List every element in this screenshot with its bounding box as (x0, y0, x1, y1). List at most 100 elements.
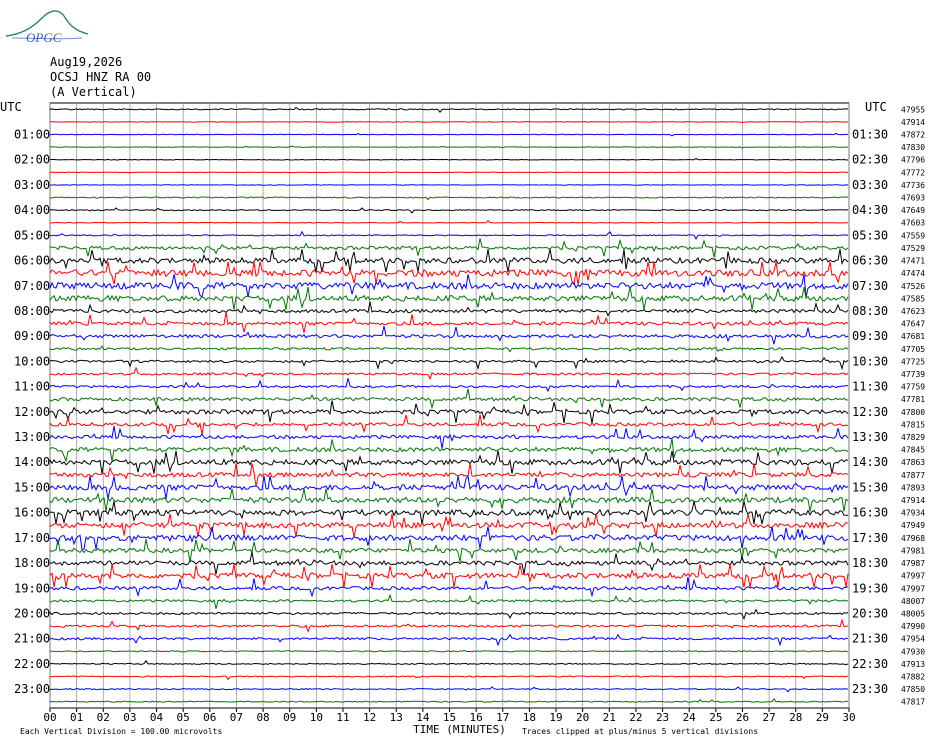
left-hour-label: 14:00 (14, 455, 50, 469)
trace-count-label: 47829 (901, 433, 925, 442)
right-hour-label: 20:30 (852, 606, 888, 620)
trace-count-label: 47845 (901, 446, 925, 455)
trace-count-label: 47705 (901, 345, 925, 354)
left-hour-label: 04:00 (14, 203, 50, 217)
trace-count-label: 47913 (901, 660, 925, 669)
trace-count-label: 47981 (901, 546, 925, 555)
x-tick-label: 04 (150, 711, 164, 724)
trace-count-label: 47850 (901, 685, 925, 694)
right-hour-label: 09:30 (852, 329, 888, 343)
left-hour-label: 18:00 (14, 556, 50, 570)
x-tick-label: 22 (629, 711, 642, 724)
x-tick-label: 24 (683, 711, 697, 724)
trace-count-label: 47772 (901, 168, 925, 177)
right-hour-label: 22:30 (852, 657, 888, 671)
trace-count-label: 47736 (901, 181, 925, 190)
x-tick-label: 00 (43, 711, 56, 724)
x-axis-title: TIME (MINUTES) (413, 723, 506, 736)
right-hour-label: 19:30 (852, 581, 888, 595)
x-tick-label: 25 (709, 711, 722, 724)
trace-line (49, 184, 849, 186)
traces (49, 106, 849, 703)
x-tick-label: 03 (123, 711, 136, 724)
right-utc-label: UTC (865, 100, 887, 114)
trace-line (49, 450, 849, 474)
right-hour-label: 21:30 (852, 632, 888, 646)
left-hour-label: 21:00 (14, 632, 50, 646)
x-tick-label: 27 (762, 711, 775, 724)
trace-line (49, 618, 848, 633)
trace-line (49, 400, 849, 424)
trace-line (49, 526, 849, 550)
trace-line (49, 649, 849, 653)
trace-count-label: 47649 (901, 206, 925, 215)
footer-right-note: Traces clipped at plus/minus 5 vertical … (522, 727, 758, 736)
trace-count-label: 47872 (901, 131, 925, 140)
left-hour-label: 12:00 (14, 405, 50, 419)
trace-line (49, 538, 849, 562)
trace-line (49, 220, 849, 224)
right-hour-label: 10:30 (852, 354, 888, 368)
left-hour-label: 23:00 (14, 682, 50, 696)
trace-line (49, 593, 849, 609)
right-hour-label: 06:30 (852, 254, 888, 268)
trace-line (49, 132, 849, 137)
right-hour-label: 14:30 (852, 455, 888, 469)
left-hour-label: 22:00 (14, 657, 50, 671)
x-tick-label: 29 (816, 711, 829, 724)
right-hour-label: 11:30 (852, 380, 888, 394)
trace-count-label: 47997 (901, 584, 925, 593)
x-tick-label: 26 (736, 711, 749, 724)
left-hour-label: 15:00 (14, 480, 50, 494)
left-hour-label: 06:00 (14, 254, 50, 268)
trace-count-label: 47882 (901, 672, 925, 681)
trace-count-label: 47800 (901, 408, 925, 417)
left-hour-label: 02:00 (14, 153, 50, 167)
right-hour-label: 23:30 (852, 682, 888, 696)
x-tick-label: 10 (310, 711, 323, 724)
trace-count-label: 47693 (901, 194, 925, 203)
left-hour-label: 10:00 (14, 354, 50, 368)
trace-count-label: 47830 (901, 143, 925, 152)
right-hour-label: 02:30 (852, 153, 888, 167)
x-tick-label: 06 (203, 711, 216, 724)
trace-line (49, 577, 849, 598)
x-tick-label: 11 (336, 711, 349, 724)
trace-line (49, 157, 849, 161)
trace-line (49, 425, 849, 449)
x-tick-label: 05 (177, 711, 190, 724)
trace-count-label: 47526 (901, 282, 925, 291)
trace-line (49, 207, 849, 214)
trace-count-label: 47759 (901, 383, 925, 392)
trace-line (49, 106, 849, 114)
left-hour-label: 03:00 (14, 178, 50, 192)
trace-count-label: 47968 (901, 534, 925, 543)
trace-line (49, 686, 848, 693)
trace-count-label: 47987 (901, 559, 925, 568)
trace-line (49, 345, 849, 353)
trace-line (49, 286, 849, 310)
trace-count-label: 47471 (901, 257, 925, 266)
trace-count-label: 47934 (901, 509, 925, 518)
trace-line (49, 463, 849, 487)
trace-count-label: 48005 (901, 609, 925, 618)
x-tick-label: 19 (549, 711, 562, 724)
x-tick-label: 02 (97, 711, 110, 724)
right-hour-label: 01:30 (852, 128, 888, 142)
trace-line (49, 513, 849, 537)
left-hour-label: 05:00 (14, 228, 50, 242)
x-tick-label: 23 (656, 711, 669, 724)
left-hour-label: 01:00 (14, 128, 50, 142)
right-hour-label: 16:30 (852, 506, 888, 520)
trace-count-label: 47914 (901, 496, 925, 505)
right-hour-label: 13:30 (852, 430, 888, 444)
trace-count-label: 47914 (901, 118, 925, 127)
trace-count-label: 47863 (901, 458, 925, 467)
right-hour-label: 05:30 (852, 228, 888, 242)
trace-line (49, 355, 849, 371)
trace-count-label: 47585 (901, 294, 925, 303)
trace-line (49, 171, 849, 174)
x-tick-label: 30 (842, 711, 855, 724)
trace-line (49, 698, 849, 703)
left-hour-label: 20:00 (14, 606, 50, 620)
